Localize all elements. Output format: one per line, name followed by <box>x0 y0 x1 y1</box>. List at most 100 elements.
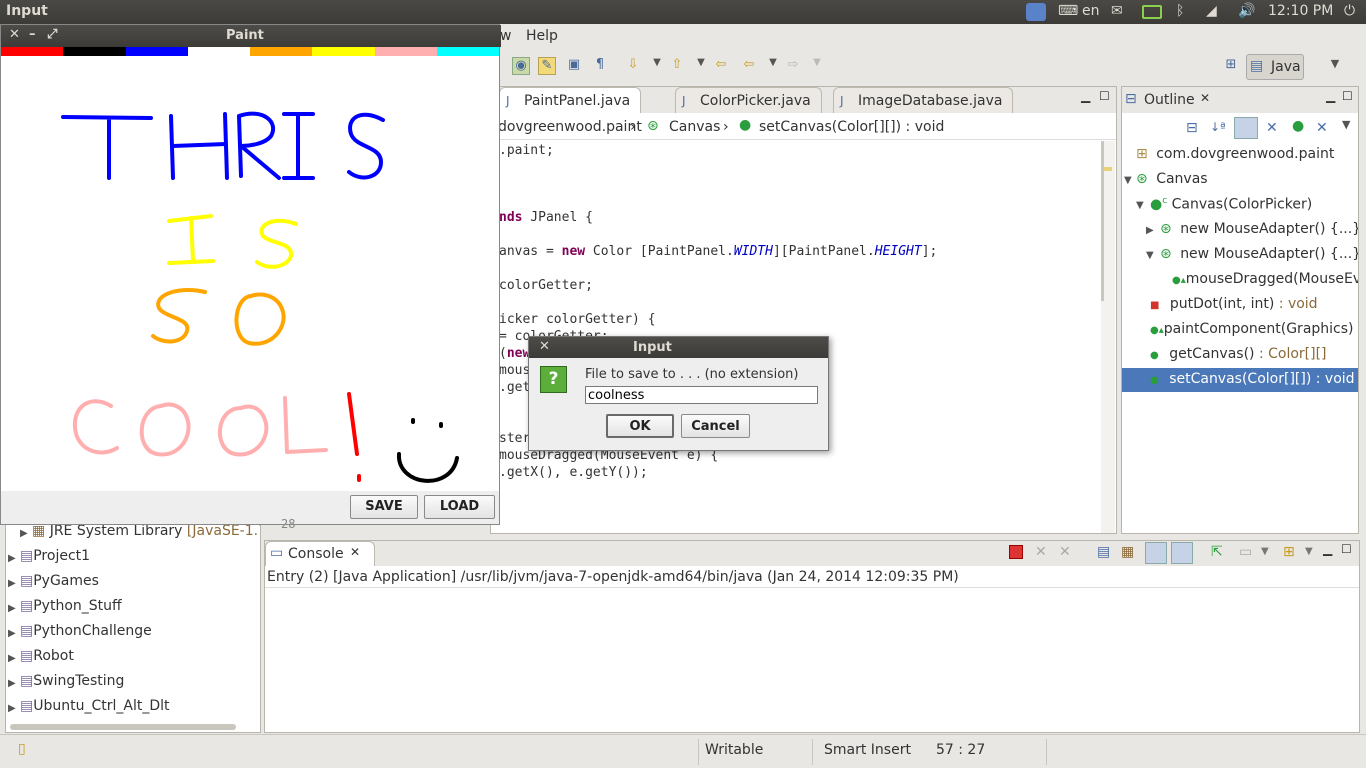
open-perspective-icon[interactable]: ⊞ <box>1222 57 1240 75</box>
tree-item-project[interactable]: ▤Robot <box>20 648 74 664</box>
tab-imagedatabase[interactable]: J ImageDatabase.java <box>833 87 1014 113</box>
tree-item-project[interactable]: ▤PyGames <box>20 573 99 589</box>
minimize-icon[interactable]: – <box>29 27 36 42</box>
breadcrumb-method[interactable]: setCanvas(Color[][]) : void <box>759 119 944 135</box>
outline-item-package[interactable]: ⊞ com.dovgreenwood.paint <box>1136 146 1334 162</box>
expand-arrow-icon[interactable]: ▶ <box>8 703 16 714</box>
expand-arrow-icon[interactable]: ▼ <box>1136 200 1144 211</box>
ok-button[interactable]: OK <box>606 414 674 438</box>
tab-paintpanel[interactable]: J PaintPanel.java <box>499 87 642 113</box>
last-edit-icon[interactable]: ⇦ <box>712 57 730 75</box>
expand-arrow-icon[interactable]: ▶ <box>8 653 16 664</box>
show-whitespace-icon[interactable]: ¶ <box>591 57 609 75</box>
tree-item-project[interactable]: ▤SwingTesting <box>20 673 124 689</box>
forward-icon[interactable]: ⇨ <box>784 57 802 75</box>
console-output[interactable] <box>265 589 1359 732</box>
tree-item-project[interactable]: ▤Ubuntu_Ctrl_Alt_Dlt <box>20 698 170 714</box>
filename-input[interactable] <box>585 386 818 404</box>
overview-ruler[interactable] <box>1101 141 1115 533</box>
close-icon[interactable]: ✕ <box>350 545 360 559</box>
keyboard-icon[interactable]: ⌨ <box>1058 3 1078 19</box>
expand-arrow-icon[interactable]: ▶ <box>8 603 16 614</box>
display-console-icon[interactable]: ▭ <box>1239 544 1252 560</box>
java-perspective-button[interactable]: ▤ Java <box>1246 54 1304 80</box>
battery-icon[interactable] <box>1142 5 1162 19</box>
bluetooth-icon[interactable]: ᛒ <box>1176 3 1184 19</box>
clock[interactable]: 12:10 PM <box>1268 3 1333 19</box>
save-button[interactable]: SAVE <box>350 495 418 519</box>
mark-occurrences-icon[interactable]: ✎ <box>538 57 556 75</box>
hide-fields-icon[interactable] <box>1234 117 1258 139</box>
clear-console-icon[interactable]: ▤ <box>1097 544 1110 560</box>
forward-dropdown-icon[interactable]: ▼ <box>808 57 826 75</box>
outline-item-anonymous-class[interactable]: ⊛ new MouseAdapter() {...} <box>1160 221 1358 237</box>
mail-icon[interactable]: ✉ <box>1111 3 1123 19</box>
maximize-icon[interactable]: ⤢ <box>47 27 57 42</box>
menu-window[interactable]: w <box>500 28 511 44</box>
display-console-dropdown-icon[interactable]: ▼ <box>1261 546 1269 557</box>
palette-swatch-pink[interactable] <box>374 47 437 56</box>
outline-item-constructor[interactable]: ●c Canvas(ColorPicker) <box>1150 196 1312 213</box>
palette-swatch-black[interactable] <box>63 47 126 56</box>
palette-swatch-orange[interactable] <box>250 47 313 56</box>
palette-swatch-cyan[interactable] <box>436 47 499 56</box>
expand-arrow-icon[interactable]: ▶ <box>20 528 28 539</box>
close-icon[interactable]: ✕ <box>539 339 550 354</box>
breadcrumb-package[interactable]: dovgreenwood.paint <box>498 119 642 135</box>
show-on-error-icon[interactable] <box>1171 542 1193 564</box>
hide-static-icon[interactable]: ✕ <box>1266 120 1278 136</box>
new-class-icon[interactable]: ◉ <box>512 57 530 75</box>
close-icon[interactable]: ✕ <box>1200 91 1210 105</box>
outline-minimize-icon[interactable]: ▁ <box>1326 89 1335 103</box>
palette-swatch-red[interactable] <box>1 47 64 56</box>
expand-arrow-icon[interactable]: ▶ <box>8 553 16 564</box>
palette-swatch-yellow[interactable] <box>312 47 375 56</box>
outline-item-method-selected[interactable]: ● setCanvas(Color[][]) : void <box>1122 368 1358 392</box>
hide-nonpublic-icon[interactable]: ● <box>1292 118 1304 134</box>
prev-annotation-dropdown-icon[interactable]: ▼ <box>692 57 710 75</box>
outline-item-class[interactable]: ⊛ Canvas <box>1136 171 1208 187</box>
dropbox-icon[interactable] <box>1026 3 1046 21</box>
outline-item-method[interactable]: ●▴paintComponent(Graphics) <box>1150 321 1354 337</box>
power-icon[interactable]: ⏻ <box>1344 3 1355 19</box>
outline-item-method[interactable]: ●▴mouseDragged(MouseEv <box>1172 271 1358 287</box>
tree-item-project[interactable]: ▤PythonChallenge <box>20 623 152 639</box>
palette-swatch-blue[interactable] <box>125 47 188 56</box>
outline-maximize-icon[interactable]: ☐ <box>1342 89 1353 103</box>
wifi-icon[interactable]: ◢ <box>1206 3 1217 19</box>
expand-arrow-icon[interactable]: ▶ <box>1146 225 1154 236</box>
fast-view-icon[interactable]: ▯ <box>18 741 26 757</box>
outline-title[interactable]: Outline <box>1144 92 1195 108</box>
expand-arrow-icon[interactable]: ▶ <box>8 578 16 589</box>
collapse-all-icon[interactable]: ⊟ <box>1186 120 1198 136</box>
expand-arrow-icon[interactable]: ▶ <box>8 678 16 689</box>
horizontal-scrollbar[interactable] <box>10 724 236 730</box>
remove-launch-icon[interactable]: ✕ <box>1035 544 1047 560</box>
view-menu-icon[interactable]: ▼ <box>1342 118 1350 131</box>
drawing-canvas[interactable] <box>1 56 499 491</box>
show-on-output-icon[interactable] <box>1145 542 1167 564</box>
editor-scrollbar-thumb[interactable] <box>1101 141 1104 301</box>
outline-item-anonymous-class[interactable]: ⊛ new MouseAdapter() {...} <box>1160 246 1358 262</box>
pin-console-icon[interactable]: ⇱ <box>1211 544 1223 560</box>
prev-annotation-icon[interactable]: ⇧ <box>668 57 686 75</box>
load-button[interactable]: LOAD <box>424 495 495 519</box>
scroll-lock-icon[interactable]: ▦ <box>1121 544 1134 560</box>
console-maximize-icon[interactable]: ☐ <box>1341 542 1352 556</box>
expand-arrow-icon[interactable]: ▼ <box>1146 250 1154 261</box>
expand-arrow-icon[interactable]: ▼ <box>1124 175 1132 186</box>
console-minimize-icon[interactable]: ▁ <box>1323 542 1332 556</box>
tree-item-jre[interactable]: ▦ JRE System Library [JavaSE-1.7] <box>32 523 260 539</box>
hide-local-types-icon[interactable]: ✕ <box>1316 120 1328 136</box>
back-dropdown-icon[interactable]: ▼ <box>764 57 782 75</box>
breadcrumb-class[interactable]: Canvas <box>669 119 720 135</box>
remove-all-icon[interactable]: ✕ <box>1059 544 1071 560</box>
palette-swatch-white[interactable] <box>187 47 250 56</box>
close-icon[interactable]: ✕ <box>9 27 20 42</box>
sort-icon[interactable]: ↓ª <box>1210 120 1226 134</box>
editor-minimize-icon[interactable]: ▁ <box>1081 89 1090 103</box>
tab-colorpicker[interactable]: J ColorPicker.java <box>675 87 822 113</box>
terminate-icon[interactable] <box>1009 545 1023 559</box>
next-annotation-dropdown-icon[interactable]: ▼ <box>648 57 666 75</box>
expand-arrow-icon[interactable]: ▶ <box>8 628 16 639</box>
